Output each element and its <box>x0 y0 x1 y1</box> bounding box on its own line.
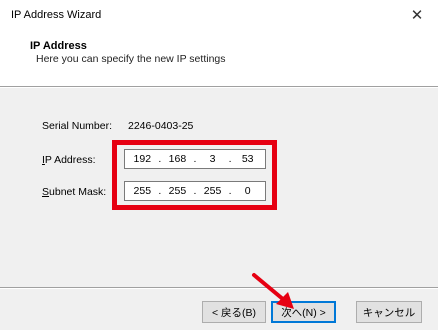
highlight-box <box>112 140 277 210</box>
footer-divider-highlight <box>0 288 438 289</box>
header-divider-highlight <box>0 87 438 88</box>
cancel-button[interactable]: キャンセル <box>356 301 422 323</box>
window-title: IP Address Wizard <box>11 9 102 21</box>
page-subtitle: Here you can specify the new IP settings <box>36 53 226 65</box>
title-bar: IP Address Wizard ✕ <box>0 0 438 32</box>
red-arrow-icon <box>252 273 294 309</box>
close-icon[interactable]: ✕ <box>402 2 432 28</box>
page-title: IP Address <box>30 40 87 52</box>
serial-number-label: Serial Number: <box>42 120 113 132</box>
subnet-mask-label-text: ubnet Mask: <box>49 186 107 198</box>
serial-number-value: 2246-0403-25 <box>128 120 194 132</box>
wizard-header: IP Address Here you can specify the new … <box>0 32 438 86</box>
ip-address-label: IP Address: <box>42 154 96 166</box>
wizard-window: IP Address Wizard ✕ IP Address Here you … <box>0 0 438 330</box>
ip-address-label-text: P Address: <box>44 154 96 166</box>
subnet-mask-label: Subnet Mask: <box>42 186 106 198</box>
subnet-mask-mnemonic: S <box>42 186 50 198</box>
